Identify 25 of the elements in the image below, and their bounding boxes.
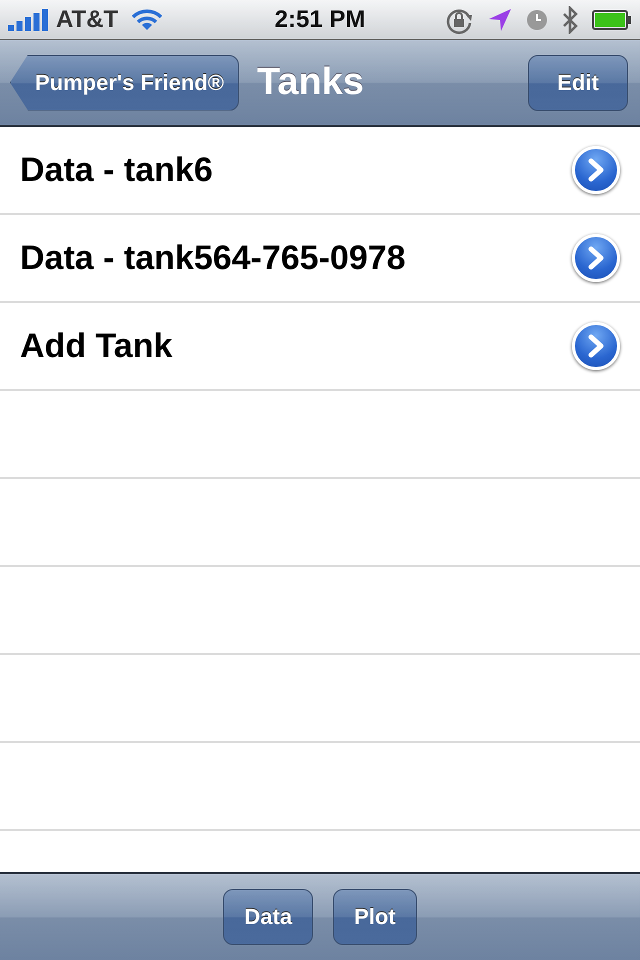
battery-icon bbox=[592, 8, 632, 30]
location-arrow-icon bbox=[488, 8, 512, 32]
disclosure-button[interactable] bbox=[572, 234, 620, 282]
row-label: Data - tank6 bbox=[20, 150, 213, 190]
chevron-icon bbox=[586, 334, 606, 358]
row-label: Data - tank564-765-0978 bbox=[20, 238, 406, 278]
disclosure-button[interactable] bbox=[572, 322, 620, 370]
signal-icon bbox=[8, 8, 50, 30]
back-button[interactable]: Pumper's Friend® bbox=[10, 54, 239, 110]
chevron-icon bbox=[586, 246, 606, 270]
clock-time: 2:51 PM bbox=[274, 6, 366, 34]
nav-title: Tanks bbox=[256, 61, 364, 104]
edit-button[interactable]: Edit bbox=[528, 54, 628, 110]
toolbar-button[interactable]: Data bbox=[223, 889, 314, 945]
list-row[interactable]: Data - tank6 bbox=[0, 127, 640, 215]
row-label: Add Tank bbox=[20, 326, 172, 366]
carrier-name: AT&T bbox=[56, 6, 118, 34]
list-row[interactable]: Add Tank bbox=[0, 303, 640, 391]
clock-icon bbox=[526, 8, 548, 30]
list-row[interactable]: Data - tank564-765-0978 bbox=[0, 215, 640, 303]
chevron-icon bbox=[586, 158, 606, 182]
toolbar-button[interactable]: Plot bbox=[333, 889, 417, 945]
wifi-icon bbox=[132, 8, 162, 30]
disclosure-button[interactable] bbox=[572, 146, 620, 194]
bluetooth-icon bbox=[562, 6, 578, 34]
